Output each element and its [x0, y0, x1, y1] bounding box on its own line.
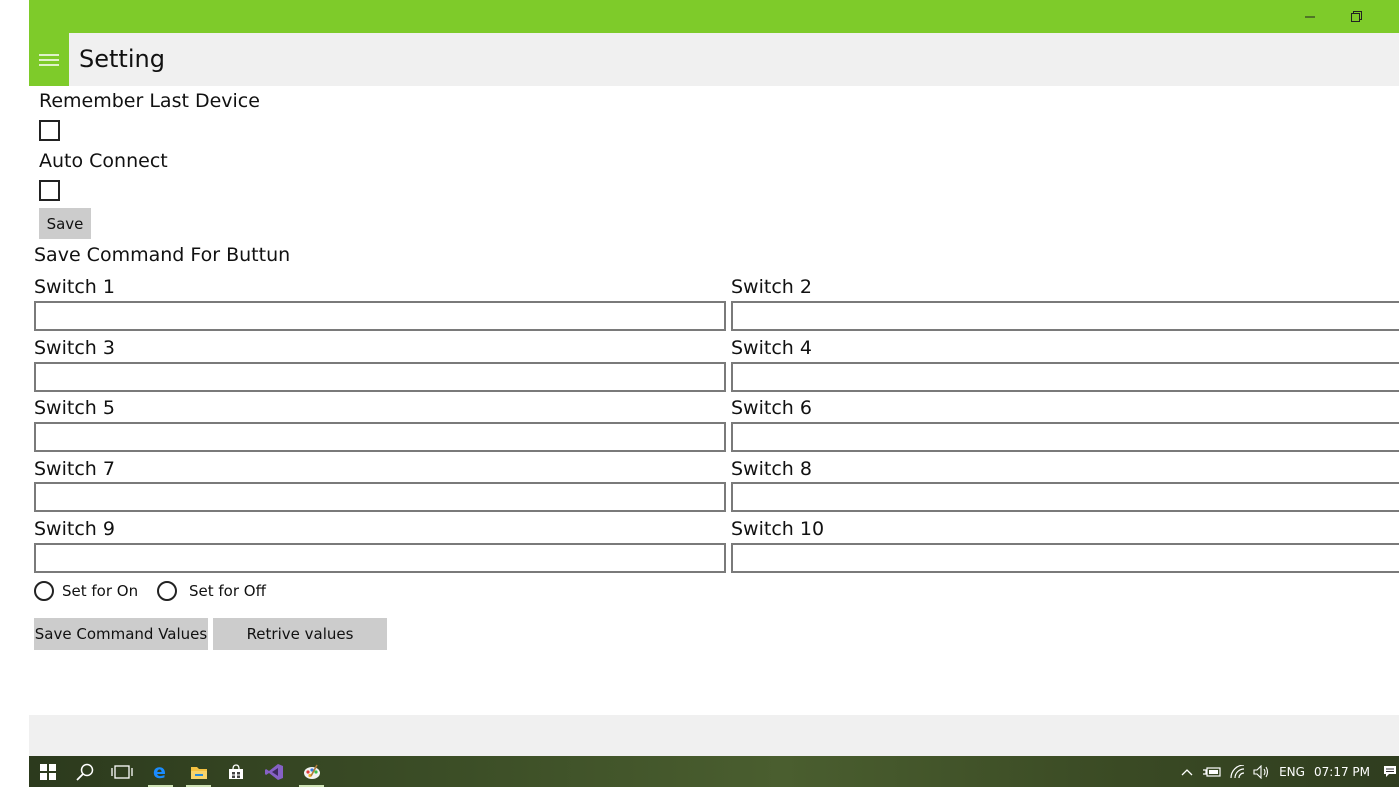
switch-5-input[interactable] — [34, 422, 726, 452]
task-view-icon — [110, 764, 133, 779]
switch-10-input[interactable] — [731, 543, 1399, 573]
network-button[interactable] — [1227, 756, 1249, 787]
edge-browser-button[interactable]: e — [142, 756, 179, 787]
minimize-icon — [1305, 16, 1315, 17]
switch-9-input[interactable] — [34, 543, 726, 573]
store-button[interactable] — [217, 756, 254, 787]
store-bag-icon — [228, 763, 243, 779]
paint-app-button[interactable] — [293, 756, 330, 787]
save-button[interactable]: Save — [39, 208, 91, 239]
switch-8-input[interactable] — [731, 482, 1399, 512]
remember-last-device-label: Remember Last Device — [39, 90, 260, 112]
set-for-on-label: Set for On — [62, 582, 139, 600]
action-center-button[interactable] — [1381, 756, 1399, 787]
switch-7-input[interactable] — [34, 482, 726, 512]
switch-1-input[interactable] — [34, 301, 726, 331]
switch-2-input[interactable] — [731, 301, 1399, 331]
set-for-on-radio[interactable] — [34, 581, 54, 601]
task-view-button[interactable] — [103, 756, 140, 787]
wifi-icon — [1230, 764, 1245, 778]
start-button[interactable] — [29, 756, 66, 787]
folder-icon — [190, 766, 207, 779]
battery-icon — [1203, 766, 1221, 777]
paint-palette-icon — [303, 764, 320, 779]
switch-2-label: Switch 2 — [731, 276, 812, 298]
switch-1-label: Switch 1 — [34, 276, 115, 298]
show-hidden-icons-button[interactable] — [1177, 756, 1197, 787]
switch-6-input[interactable] — [731, 422, 1399, 452]
taskbar: e ENG 07:17 PM — [29, 756, 1399, 787]
minimize-button[interactable] — [1287, 0, 1333, 33]
switch-4-input[interactable] — [731, 362, 1399, 392]
set-for-off-radio[interactable] — [157, 581, 177, 601]
visual-studio-button[interactable] — [255, 756, 292, 787]
bottom-app-bar — [29, 715, 1399, 756]
notification-icon — [1384, 766, 1396, 777]
switch-5-label: Switch 5 — [34, 397, 115, 419]
save-command-values-button[interactable]: Save Command Values — [34, 618, 208, 650]
switch-3-input[interactable] — [34, 362, 726, 392]
restore-button[interactable] — [1333, 0, 1379, 33]
battery-button[interactable] — [1201, 756, 1223, 787]
set-for-off-label: Set for Off — [189, 582, 266, 600]
switch-9-label: Switch 9 — [34, 518, 115, 540]
title-bar — [29, 0, 1399, 33]
remember-last-device-checkbox[interactable] — [39, 120, 60, 141]
header-bar: Setting — [29, 33, 1399, 86]
windows-logo-icon — [39, 763, 56, 780]
switch-7-label: Switch 7 — [34, 458, 115, 480]
chevron-up-icon — [1181, 768, 1193, 775]
input-language-indicator[interactable]: ENG — [1275, 756, 1309, 787]
hamburger-menu-button[interactable] — [29, 33, 69, 86]
speaker-icon — [1253, 764, 1269, 779]
restore-icon — [1350, 11, 1362, 22]
app-window: Setting Remember Last Device Auto Connec… — [29, 0, 1399, 756]
auto-connect-label: Auto Connect — [39, 150, 168, 172]
save-command-section-label: Save Command For Buttun — [34, 244, 291, 266]
auto-connect-checkbox[interactable] — [39, 180, 60, 201]
switch-4-label: Switch 4 — [731, 337, 812, 359]
hamburger-icon — [39, 53, 59, 66]
switch-8-label: Switch 8 — [731, 458, 812, 480]
retrieve-values-button[interactable]: Retrive values — [213, 618, 387, 650]
edge-icon: e — [153, 763, 166, 781]
visual-studio-icon — [264, 763, 283, 780]
file-explorer-button[interactable] — [180, 756, 217, 787]
switch-10-label: Switch 10 — [731, 518, 825, 540]
search-button[interactable] — [66, 756, 103, 787]
page-title: Setting — [79, 45, 165, 73]
search-icon — [75, 763, 93, 781]
clock[interactable]: 07:17 PM — [1313, 756, 1371, 787]
switch-3-label: Switch 3 — [34, 337, 115, 359]
switch-6-label: Switch 6 — [731, 397, 812, 419]
svg-text:e: e — [153, 763, 166, 781]
volume-button[interactable] — [1251, 756, 1273, 787]
